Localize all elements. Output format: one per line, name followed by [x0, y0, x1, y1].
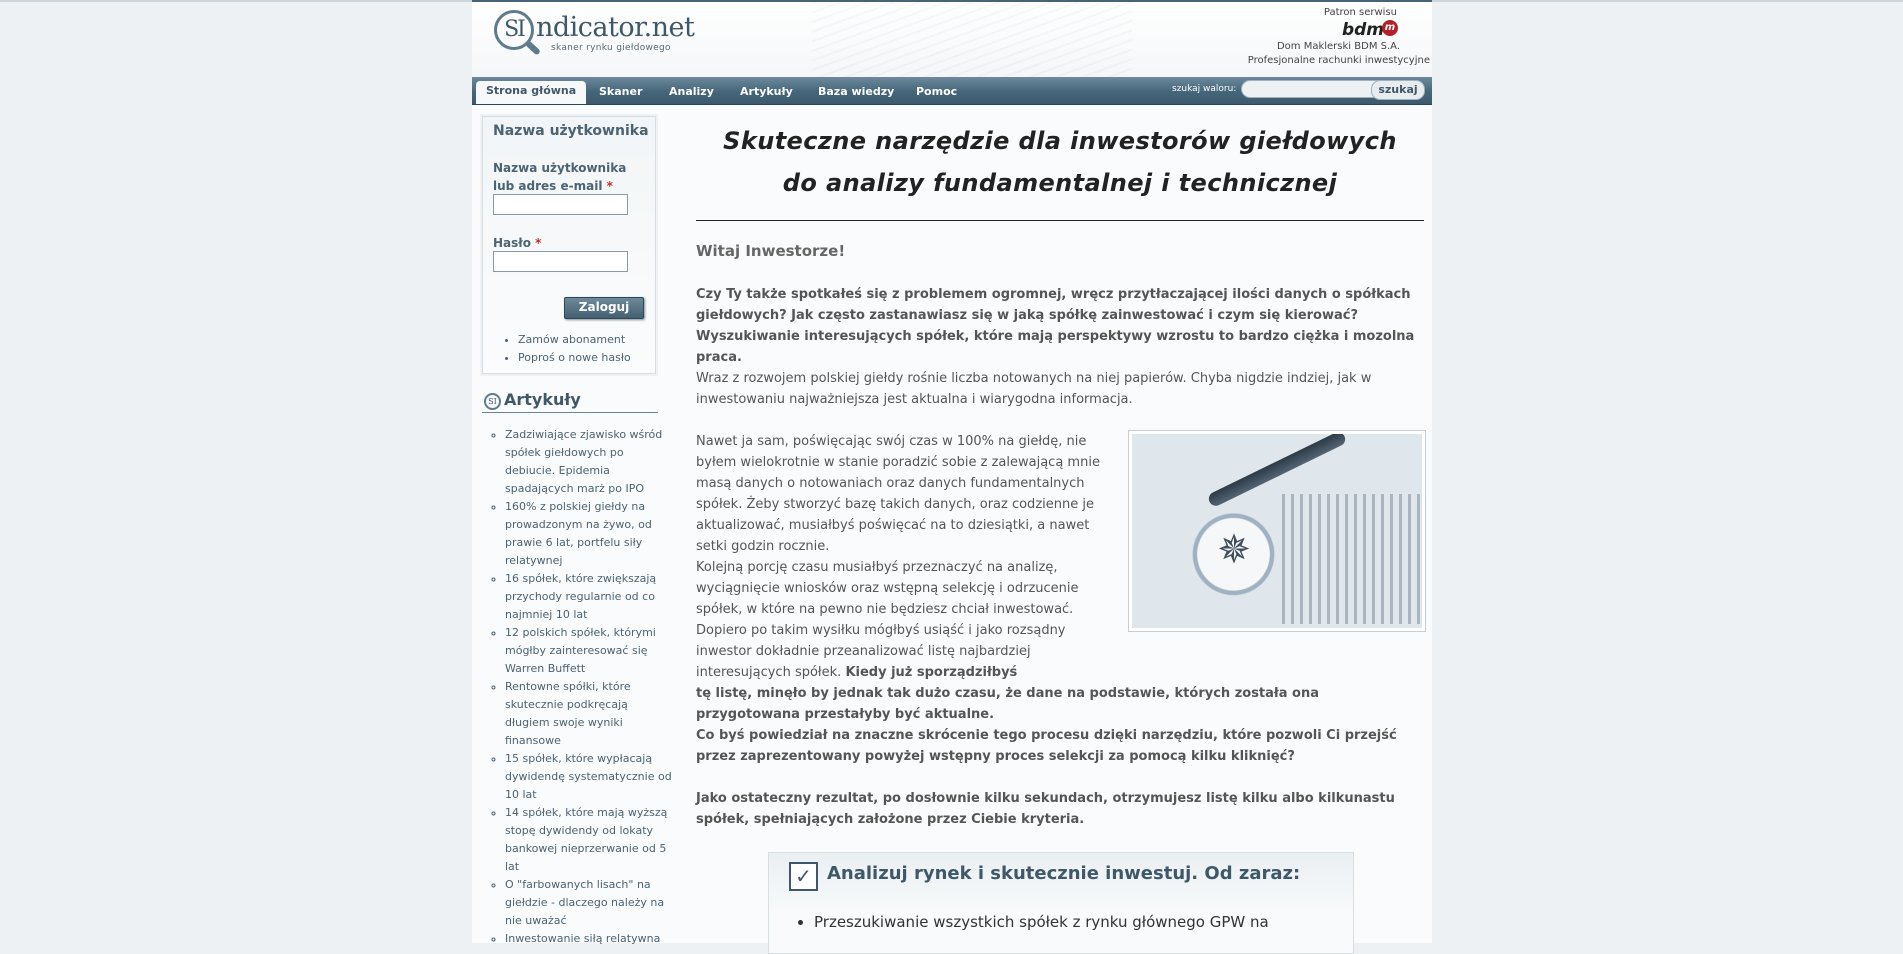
username-label: Nazwa użytkownika lub adres e-mail *	[493, 161, 627, 193]
intro-paragraph: Czy Ty także spotkałeś się z problemem o…	[696, 287, 1415, 365]
patron-name: Dom Maklerski BDM S.A.	[1276, 41, 1400, 52]
search-button[interactable]: szukaj	[1371, 80, 1425, 100]
hero-line-1: Skuteczne narzędzie dla inwestorów giełd…	[723, 127, 1397, 155]
cta-list-item: Przeszukiwanie wszystkich spółek z rynku…	[814, 913, 1269, 931]
article-link[interactable]: 12 polskich spółek, którymi mógłby zaint…	[505, 624, 673, 678]
username-field[interactable]	[493, 194, 628, 215]
search-label: szukaj waloru:	[1172, 84, 1237, 94]
paragraph-2: Wraz z rozwojem polskiej giełdy rośnie l…	[696, 371, 1372, 407]
nav-item-strona-glowna[interactable]: Strona główna	[476, 81, 587, 104]
password-field[interactable]	[493, 251, 628, 272]
patron-block[interactable]: Patron serwisu bdmm Dom Maklerski BDM S.…	[1230, 6, 1430, 68]
page-container: SI ndicator.net skaner rynku giełdowego …	[472, 0, 1432, 954]
article-link[interactable]: O "farbowanych lisach" na giełdzie - dla…	[505, 876, 673, 930]
patron-label: Patron serwisu	[1323, 7, 1397, 18]
chart-background	[1282, 494, 1422, 624]
nav-item-artykuly[interactable]: Artykuły	[740, 82, 793, 104]
article-link[interactable]: 15 spółek, które wypłacają dywidendę sys…	[505, 750, 673, 804]
article-link[interactable]: Zadziwiające zjawisko wśród spółek giełd…	[505, 426, 673, 498]
compass-photo: ✵	[1128, 430, 1426, 632]
login-button[interactable]: Zaloguj	[564, 297, 644, 319]
paragraph-3: Nawet ja sam, poświęcając swój czas w 10…	[696, 434, 1100, 554]
articles-list: Zadziwiające zjawisko wśród spółek giełd…	[494, 426, 673, 948]
nav-item-baza-wiedzy[interactable]: Baza wiedzy	[818, 82, 894, 104]
compass-icon: ✵	[1217, 527, 1251, 573]
article-link[interactable]: Inwestowanie siłą relatywna	[505, 930, 673, 948]
site-header: SI ndicator.net skaner rynku giełdowego …	[472, 0, 1432, 79]
hero-line-2: do analizy fundamentalnej i technicznej	[782, 169, 1338, 197]
main-nav: Strona główna Skaner Analizy Artykuły Ba…	[472, 77, 1432, 105]
login-box: Nazwa użytkownika Nazwa użytkownika lub …	[482, 116, 656, 374]
article-link[interactable]: Rentowne spółki, które skutecznie podkrę…	[505, 678, 673, 750]
order-subscription-link[interactable]: Zamów abonament	[518, 331, 631, 349]
articles-header: SI Artykuły	[482, 390, 658, 413]
reset-password-link[interactable]: Poproś o nowe hasło	[518, 349, 631, 367]
welcome-heading: Witaj Inwestorze!	[696, 242, 846, 260]
nav-item-skaner[interactable]: Skaner	[599, 82, 642, 104]
header-decoration	[812, 2, 1132, 79]
si-logo-icon: SI	[484, 393, 501, 410]
checkmark-icon: ✓	[789, 862, 818, 891]
article-link[interactable]: 16 spółek, które zwiększają przychody re…	[505, 570, 673, 624]
password-label: Hasło *	[493, 236, 542, 250]
hero-heading: Skuteczne narzędzie dla inwestorów giełd…	[696, 120, 1424, 221]
site-logo[interactable]: SI ndicator.net skaner rynku giełdowego	[494, 10, 695, 70]
cta-box: ✓ Analizuj rynek i skutecznie inwestuj. …	[768, 852, 1354, 954]
paragraph-5: Co byś powiedział na znaczne skrócenie t…	[696, 728, 1397, 764]
article-link[interactable]: 14 spółek, które mają wyższą stopę dywid…	[505, 804, 673, 876]
paragraph-6: Jako ostateczny rezultat, po dosłownie k…	[696, 791, 1395, 827]
nav-item-analizy[interactable]: Analizy	[669, 82, 714, 104]
logo-text: ndicator.net	[536, 12, 695, 43]
patron-desc: Profesjonalne rachunki inwestycyjne	[1247, 55, 1430, 66]
login-links: Zamów abonament Poproś o nowe hasło	[505, 331, 631, 367]
articles-title: Artykuły	[504, 390, 581, 409]
nav-item-pomoc[interactable]: Pomoc	[916, 82, 957, 104]
logo-tagline: skaner rynku giełdowego	[551, 43, 671, 53]
login-title: Nazwa użytkownika	[493, 123, 649, 139]
cta-list: Przeszukiwanie wszystkich spółek z rynku…	[799, 913, 1269, 931]
bdm-logo: bdmm	[1230, 20, 1430, 40]
cta-title: Analizuj rynek i skutecznie inwestuj. Od…	[827, 863, 1301, 884]
article-link[interactable]: 160% z polskiej giełdy na prowadzonym na…	[505, 498, 673, 570]
bdm-logo-dot-icon: m	[1382, 20, 1398, 36]
